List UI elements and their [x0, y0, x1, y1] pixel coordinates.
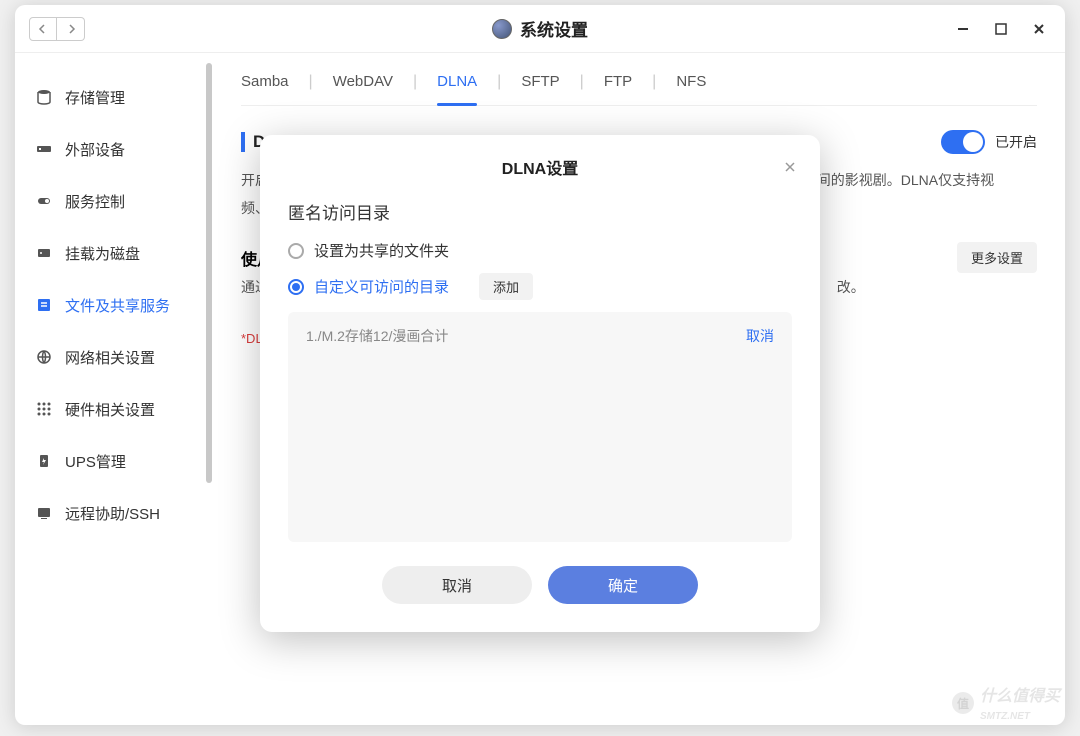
nav-back-button[interactable] — [29, 17, 57, 41]
toggle-label: 已开启 — [995, 132, 1037, 152]
directory-path: 1./M.2存储12/漫画合计 — [306, 326, 448, 346]
directory-list: 1./M.2存储12/漫画合计 取消 — [288, 312, 792, 542]
watermark: 值 什么值得买SMTZ.NET — [952, 682, 1060, 724]
sidebar-item-label: 挂载为磁盘 — [65, 243, 140, 264]
watermark-badge: 值 — [952, 692, 974, 714]
maximize-button[interactable] — [989, 17, 1013, 41]
dlna-settings-modal: DLNA设置 匿名访问目录 设置为共享的文件夹 自定义可访问的目录 添加 1./… — [260, 135, 820, 632]
tab-dlna[interactable]: DLNA — [437, 73, 477, 105]
radio-label: 自定义可访问的目录 — [314, 276, 449, 297]
radio-shared-folder[interactable]: 设置为共享的文件夹 — [288, 240, 792, 261]
close-button[interactable] — [1027, 17, 1051, 41]
sidebar-item-external[interactable]: 外部设备 — [15, 123, 205, 175]
modal-title: DLNA设置 — [288, 155, 792, 179]
ok-button[interactable]: 确定 — [548, 566, 698, 604]
sidebar-item-label: 外部设备 — [65, 139, 125, 160]
window-title: 系统设置 — [520, 16, 588, 41]
share-icon — [35, 296, 53, 314]
modal-footer: 取消 确定 — [288, 566, 792, 604]
modal-section-title: 匿名访问目录 — [288, 199, 792, 224]
remove-dir-button[interactable]: 取消 — [746, 326, 774, 346]
title-wrap: 系统设置 — [492, 16, 588, 41]
sidebar-item-share[interactable]: 文件及共享服务 — [15, 279, 205, 331]
storage-icon — [35, 88, 53, 106]
mount-icon — [35, 244, 53, 262]
radio-custom-dir[interactable]: 自定义可访问的目录 添加 — [288, 273, 792, 300]
nav-forward-button[interactable] — [57, 17, 85, 41]
add-button[interactable]: 添加 — [479, 273, 533, 300]
directory-item: 1./M.2存储12/漫画合计 取消 — [306, 326, 774, 346]
cancel-button[interactable]: 取消 — [382, 566, 532, 604]
sidebar-item-label: UPS管理 — [65, 451, 126, 472]
sidebar-item-label: 远程协助/SSH — [65, 503, 160, 524]
sidebar-item-label: 服务控制 — [65, 191, 125, 212]
tab-webdav[interactable]: WebDAV — [333, 73, 393, 105]
tab-sftp[interactable]: SFTP — [521, 73, 559, 105]
ups-icon — [35, 452, 53, 470]
watermark-text: 什么值得买SMTZ.NET — [980, 682, 1060, 724]
modal-close-button[interactable] — [780, 157, 800, 177]
sidebar-item-network[interactable]: 网络相关设置 — [15, 331, 205, 383]
sidebar-item-ssh[interactable]: 远程协助/SSH — [15, 487, 205, 539]
sidebar-scrollbar[interactable] — [205, 53, 213, 725]
titlebar: 系统设置 — [15, 5, 1065, 53]
radio-icon — [288, 243, 304, 259]
sidebar-item-hardware[interactable]: 硬件相关设置 — [15, 383, 205, 435]
sidebar-item-ups[interactable]: UPS管理 — [15, 435, 205, 487]
window-controls — [951, 17, 1051, 41]
scrollbar-thumb[interactable] — [206, 63, 212, 483]
tabs: Samba| WebDAV| DLNA| SFTP| FTP| NFS — [241, 53, 1037, 106]
tab-nfs[interactable]: NFS — [676, 73, 706, 105]
more-settings-button[interactable]: 更多设置 — [957, 242, 1037, 273]
sidebar-item-mount[interactable]: 挂载为磁盘 — [15, 227, 205, 279]
minimize-button[interactable] — [951, 17, 975, 41]
network-icon — [35, 348, 53, 366]
sidebar-item-label: 存储管理 — [65, 87, 125, 108]
toggle-wrap: 已开启 — [941, 130, 1037, 154]
sidebar: 存储管理 外部设备 服务控制 挂载为磁盘 文件及共享服务 网络相关设置 硬件相关… — [15, 53, 205, 725]
settings-app-icon — [492, 19, 512, 39]
tab-samba[interactable]: Samba — [241, 73, 289, 105]
sidebar-item-label: 网络相关设置 — [65, 347, 155, 368]
ssh-icon — [35, 504, 53, 522]
radio-label: 设置为共享的文件夹 — [314, 240, 449, 261]
external-icon — [35, 140, 53, 158]
tab-ftp[interactable]: FTP — [604, 73, 632, 105]
hardware-icon — [35, 400, 53, 418]
sidebar-item-label: 硬件相关设置 — [65, 399, 155, 420]
dlna-toggle[interactable] — [941, 130, 985, 154]
service-icon — [35, 192, 53, 210]
sidebar-item-storage[interactable]: 存储管理 — [15, 71, 205, 123]
nav-arrows — [29, 17, 85, 41]
radio-icon — [288, 279, 304, 295]
sidebar-item-service[interactable]: 服务控制 — [15, 175, 205, 227]
sidebar-item-label: 文件及共享服务 — [65, 295, 170, 316]
